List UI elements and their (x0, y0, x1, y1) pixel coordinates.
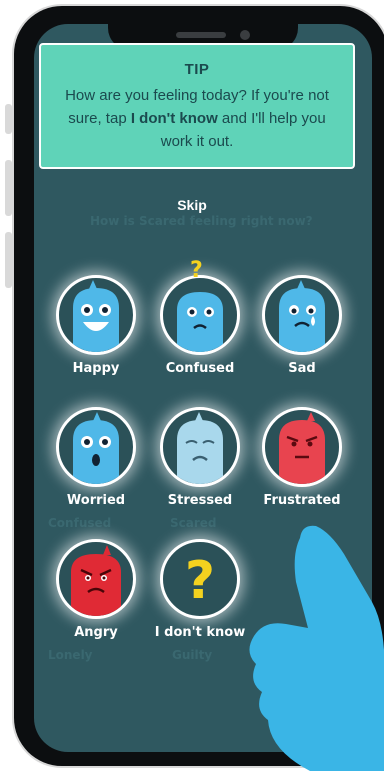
mood-i-dont-know[interactable]: ? I don't know (148, 539, 252, 649)
worried-face-icon (56, 407, 136, 487)
background-label: Guilty (172, 648, 213, 662)
mood-angry[interactable]: Angry (44, 539, 148, 649)
mood-label: Frustrated (263, 493, 341, 508)
background-label: Lonely (48, 648, 93, 662)
tip-title: TIP (184, 61, 210, 78)
tip-body: How are you feeling today? If you're not… (55, 84, 339, 153)
question-mark-icon: ? (160, 539, 240, 619)
confused-face-icon (160, 275, 240, 355)
camera-dot (240, 30, 250, 40)
background-label: Confused (48, 516, 112, 530)
mood-stressed[interactable]: Stressed (148, 407, 252, 517)
skip-button[interactable]: Skip (0, 197, 384, 213)
angry-face-icon (56, 539, 136, 619)
mood-frustrated[interactable]: Frustrated (250, 407, 354, 517)
pointing-hand-icon (249, 525, 384, 771)
question-mark-icon: ? (190, 258, 203, 283)
frustrated-face-icon (262, 407, 342, 487)
stressed-face-icon (160, 407, 240, 487)
mood-label: Sad (288, 361, 316, 376)
tip-body-emphasis: I don't know (130, 110, 218, 127)
mood-confused[interactable]: Confused (148, 275, 252, 385)
tip-box: TIP How are you feeling today? If you're… (39, 43, 355, 169)
mood-worried[interactable]: Worried (44, 407, 148, 517)
speaker-grille (176, 32, 226, 38)
volume-down-button (5, 232, 12, 288)
sad-face-icon (262, 275, 342, 355)
happy-face-icon (56, 275, 136, 355)
mood-sad[interactable]: Sad (250, 275, 354, 385)
mood-happy[interactable]: Happy (44, 275, 148, 385)
background-prompt: How is Scared feeling right now? (90, 214, 313, 228)
svg-text:?: ? (185, 551, 215, 611)
silent-switch (5, 104, 12, 134)
background-label: Scared (170, 516, 217, 530)
